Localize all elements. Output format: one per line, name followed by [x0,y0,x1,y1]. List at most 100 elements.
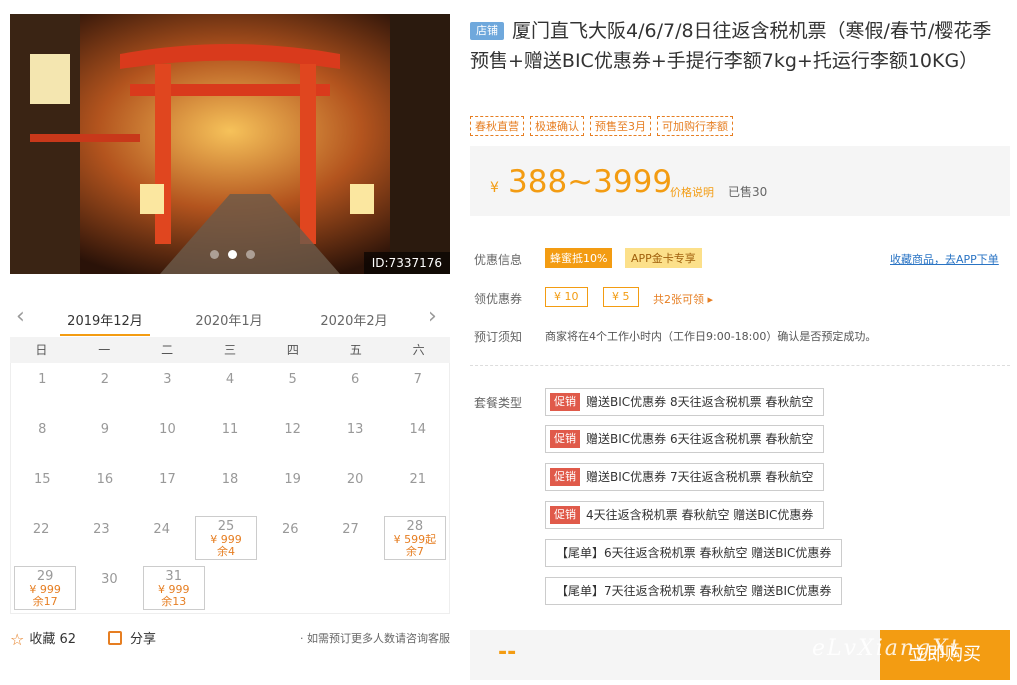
feature-tags: 春秋直营 极速确认 预售至3月 可加购行李额 [470,116,733,136]
day-number: 19 [284,472,301,487]
calendar-day: 2 [74,363,137,413]
day-number: 25 [217,519,235,534]
group-booking-note: · 如需预订更多人数请咨询客服 [300,632,450,645]
weekday-label: 二 [161,343,174,357]
day-number: 21 [409,472,427,487]
package-option-text: 4天往返含税机票 春秋航空 赠送BIC优惠券 [586,508,814,522]
carousel-dot[interactable] [210,250,219,259]
calendar-day: 11 [199,413,262,463]
calendar-day: 1 [11,363,74,413]
calendar-month-nav: ‹ 2019年12月 2020年1月 2020年2月 › [10,296,450,338]
calendar-grid: 1 2 3 4 5 6 7 8 9 10 11 12 13 14 15 16 17 18 19 20 21 22 23 24 2… [10,363,450,614]
calendar-day: 6 [324,363,387,413]
tab-month-2[interactable]: 2020年1月 [184,310,274,329]
next-month-icon[interactable]: › [428,306,437,328]
day-number: 30 [101,572,118,587]
product-photo[interactable]: ID:7337176 [10,14,450,274]
package-option[interactable]: 促销 4天往返含税机票 春秋航空 赠送BIC优惠券 [545,501,825,529]
favorite-button[interactable]: ☆ 收藏 62 [10,628,76,649]
feature-tag: 可加购行李额 [657,116,733,136]
tab-month-1[interactable]: 2019年12月 [60,310,150,336]
calendar-week-row: 1 2 3 4 5 6 7 [11,363,449,413]
package-type-label: 套餐类型 [474,396,523,410]
calendar-day: 10 [136,413,199,463]
carousel-dot-active[interactable] [228,250,237,259]
weekday-label: 一 [98,343,111,357]
coupon-10[interactable]: ¥ 10 [545,287,588,307]
weekday-label: 六 [412,343,425,357]
image-id-label: ID:7337176 [363,252,450,274]
product-title-text: 厦门直飞大阪4/6/7/8日往返含税机票（寒假/春节/樱花季预售+赠送BIC优惠… [470,20,992,72]
day-number: 14 [409,422,427,437]
calendar-day: 3 [136,363,199,413]
promo-badge: 促销 [550,430,580,448]
calendar-day: 15 [11,463,74,513]
calendar-day: 14 [386,413,449,463]
day-number: 11 [221,422,239,437]
watermark: eLvXiangXt [812,636,961,661]
day-number: 12 [284,422,301,437]
day-number [268,563,328,572]
share-label: 分享 [130,632,157,647]
day-number: 18 [221,472,239,487]
calendar-day: 18 [199,463,262,513]
package-option[interactable]: 促销 赠送BIC优惠券 8天往返含税机票 春秋航空 [545,388,825,416]
day-number [208,563,268,572]
day-number: 2 [100,372,109,387]
day-number: 31 [165,569,182,584]
torii-gate-image [10,14,450,274]
promo-badge: 促销 [550,393,580,411]
price-range: 388~3999 [508,164,673,200]
share-button[interactable]: 分享 [108,628,156,647]
calendar-day: 16 [74,463,137,513]
coupon-count-link[interactable]: 共2张可领 ▸ [653,291,713,307]
day-number: 5 [288,372,297,387]
calendar-day: 12 [261,413,324,463]
package-option[interactable]: 促销 赠送BIC优惠券 6天往返含税机票 春秋航空 [545,425,825,453]
discount-label: 优惠信息 [474,253,523,267]
calendar-day-available[interactable]: 28 ¥ 599起 余7 [383,516,446,560]
calendar-week-row: 15 16 17 18 19 20 21 [11,463,449,513]
app-gold-card-badge: APP金卡专享 [625,248,702,268]
package-option[interactable]: 【尾单】7天往返含税机票 春秋航空 赠送BIC优惠券 [545,577,843,605]
shop-tag[interactable]: 店铺 [470,22,504,40]
package-option-text: 赠送BIC优惠券 7天往返含税机票 春秋航空 [586,470,814,484]
calendar-day-available[interactable]: 31 ¥ 999 余13 [142,566,205,610]
promo-badge: 促销 [550,506,580,524]
calendar-day: 17 [136,463,199,513]
package-option[interactable]: 【尾单】6天往返含税机票 春秋航空 赠送BIC优惠券 [545,539,843,567]
calendar-day: 24 [132,513,192,563]
promo-badge: 促销 [550,468,580,486]
day-number: 15 [34,472,51,487]
divider [470,365,1010,366]
day-number: 16 [96,472,114,487]
calendar-day-available[interactable]: 25 ¥ 999 余4 [194,516,258,560]
tab-month-3[interactable]: 2020年2月 [309,310,399,329]
prev-month-icon[interactable]: ‹ [16,306,25,328]
day-remaining: 余13 [161,595,187,608]
calendar-day [389,563,449,613]
weekday-label: 五 [349,343,362,357]
carousel-dots [210,250,255,259]
day-number: 13 [346,422,364,437]
price-explain-link[interactable]: 价格说明 [670,184,714,200]
day-number: 7 [413,372,422,387]
carousel-dot[interactable] [246,250,255,259]
feature-tag: 春秋直营 [470,116,524,136]
weekday-label: 三 [224,343,237,357]
coupon-5[interactable]: ¥ 5 [603,287,639,307]
collect-go-app-link[interactable]: 收藏商品，去APP下单 [890,251,999,267]
package-option[interactable]: 促销 赠送BIC优惠券 7天往返含税机票 春秋航空 [545,463,825,491]
calendar-day: 13 [324,413,387,463]
calendar-week-row: 29 ¥ 999 余17 30 31 ¥ 999 余13 [11,563,449,613]
honey-discount-badge: 蜂蜜抵10% [545,248,613,268]
day-number: 29 [36,569,54,584]
package-option-text: 赠送BIC优惠券 8天往返含税机票 春秋航空 [586,395,814,409]
price-box: ¥ 388~3999 价格说明 已售30 [470,146,1010,216]
package-option-text: 【尾单】6天往返含税机票 春秋航空 赠送BIC优惠券 [556,546,832,560]
day-number [328,563,388,572]
calendar-day-available[interactable]: 29 ¥ 999 余17 [14,566,77,610]
calendar-day: 30 [79,563,139,613]
calendar-day [328,563,388,613]
day-number: 26 [281,522,299,537]
